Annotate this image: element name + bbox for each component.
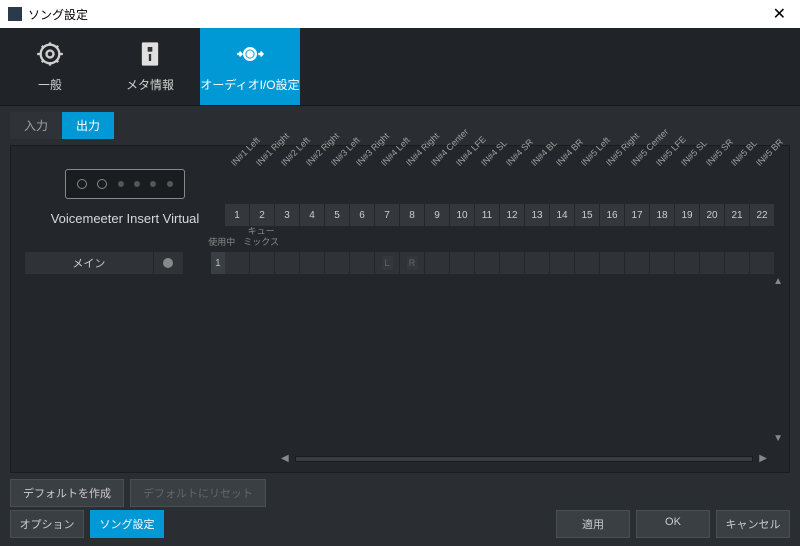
channel-number[interactable]: 1 [225, 204, 250, 226]
channel-number[interactable]: 6 [350, 204, 375, 226]
routing-cell[interactable] [650, 252, 675, 274]
channel-number[interactable]: 4 [300, 204, 325, 226]
routing-cell[interactable] [225, 252, 250, 274]
routing-cell[interactable] [275, 252, 300, 274]
column-cue-label: キュー ミックス [243, 226, 279, 248]
routing-cell[interactable] [750, 252, 775, 274]
channel-number[interactable]: 22 [750, 204, 775, 226]
channel-number[interactable]: 21 [725, 204, 750, 226]
channel-number[interactable]: 13 [525, 204, 550, 226]
routing-cell[interactable] [575, 252, 600, 274]
channel-label: IN#5 BR [754, 143, 779, 168]
channel-number[interactable]: 11 [475, 204, 500, 226]
channel-number[interactable]: 15 [575, 204, 600, 226]
close-icon[interactable]: ✕ [767, 4, 792, 24]
song-settings-button[interactable]: ソング設定 [90, 510, 164, 538]
routing-cell[interactable] [350, 252, 375, 274]
routing-cell[interactable] [325, 252, 350, 274]
routing-cell[interactable]: R [400, 252, 425, 274]
window-title: ソング設定 [28, 6, 88, 23]
routing-cell[interactable]: L [375, 252, 400, 274]
ok-button[interactable]: OK [636, 510, 710, 538]
routing-cell[interactable] [550, 252, 575, 274]
track-use-toggle[interactable] [154, 252, 184, 274]
channel-number[interactable]: 14 [550, 204, 575, 226]
routing-cell[interactable] [500, 252, 525, 274]
routing-cell[interactable] [450, 252, 475, 274]
tab-metadata[interactable]: メタ情報 [100, 28, 200, 105]
subtab-output[interactable]: 出力 [62, 112, 114, 139]
column-use-label: 使用中 [208, 237, 235, 248]
channel-number[interactable]: 7 [375, 204, 400, 226]
channel-number[interactable]: 2 [250, 204, 275, 226]
channel-number[interactable]: 5 [325, 204, 350, 226]
scroll-down-icon[interactable]: ▼ [773, 433, 783, 444]
reset-default-button: デフォルトにリセット [130, 479, 266, 507]
routing-cell[interactable] [250, 252, 275, 274]
device-icon [65, 169, 185, 199]
h-scrollbar[interactable] [295, 456, 754, 462]
channel-number[interactable]: 20 [700, 204, 725, 226]
track-channel-num: 1 [211, 252, 225, 274]
channel-number[interactable]: 16 [600, 204, 625, 226]
cancel-button[interactable]: キャンセル [716, 510, 790, 538]
scroll-up-icon[interactable]: ▲ [773, 276, 783, 287]
options-button[interactable]: オプション [10, 510, 84, 538]
channel-number[interactable]: 8 [400, 204, 425, 226]
gear-icon [36, 40, 64, 68]
info-file-icon [136, 40, 164, 68]
routing-cell[interactable] [525, 252, 550, 274]
main-tabbar: 一般 メタ情報 オーディオI/O設定 [0, 28, 800, 106]
channel-number[interactable]: 18 [650, 204, 675, 226]
track-name[interactable]: メイン [25, 252, 154, 274]
routing-cell[interactable] [675, 252, 700, 274]
routing-cell[interactable] [600, 252, 625, 274]
app-icon [8, 7, 22, 21]
channel-number[interactable]: 12 [500, 204, 525, 226]
routing-cell[interactable] [425, 252, 450, 274]
subtab-input[interactable]: 入力 [10, 112, 62, 139]
routing-cell[interactable] [475, 252, 500, 274]
audio-io-icon [236, 40, 264, 68]
routing-panel: Voicemeeter Insert Virtual IN#1 LeftIN#1… [10, 145, 790, 473]
track-row: メイン 1 LR [25, 252, 775, 274]
tab-audio-io[interactable]: オーディオI/O設定 [200, 28, 300, 105]
channel-number[interactable]: 9 [425, 204, 450, 226]
device-name: Voicemeeter Insert Virtual [51, 211, 200, 226]
apply-button[interactable]: 適用 [556, 510, 630, 538]
titlebar: ソング設定 ✕ [0, 0, 800, 28]
channel-number[interactable]: 17 [625, 204, 650, 226]
channel-number[interactable]: 19 [675, 204, 700, 226]
scroll-right-icon[interactable]: ▶ [759, 453, 767, 464]
routing-cell[interactable] [725, 252, 750, 274]
scroll-left-icon[interactable]: ◀ [281, 453, 289, 464]
track-cue-toggle[interactable] [184, 252, 207, 274]
tab-general[interactable]: 一般 [0, 28, 100, 105]
routing-cell[interactable] [625, 252, 650, 274]
routing-cell[interactable] [700, 252, 725, 274]
channel-number[interactable]: 10 [450, 204, 475, 226]
routing-cell[interactable] [300, 252, 325, 274]
channel-number[interactable]: 3 [275, 204, 300, 226]
create-default-button[interactable]: デフォルトを作成 [10, 479, 124, 507]
